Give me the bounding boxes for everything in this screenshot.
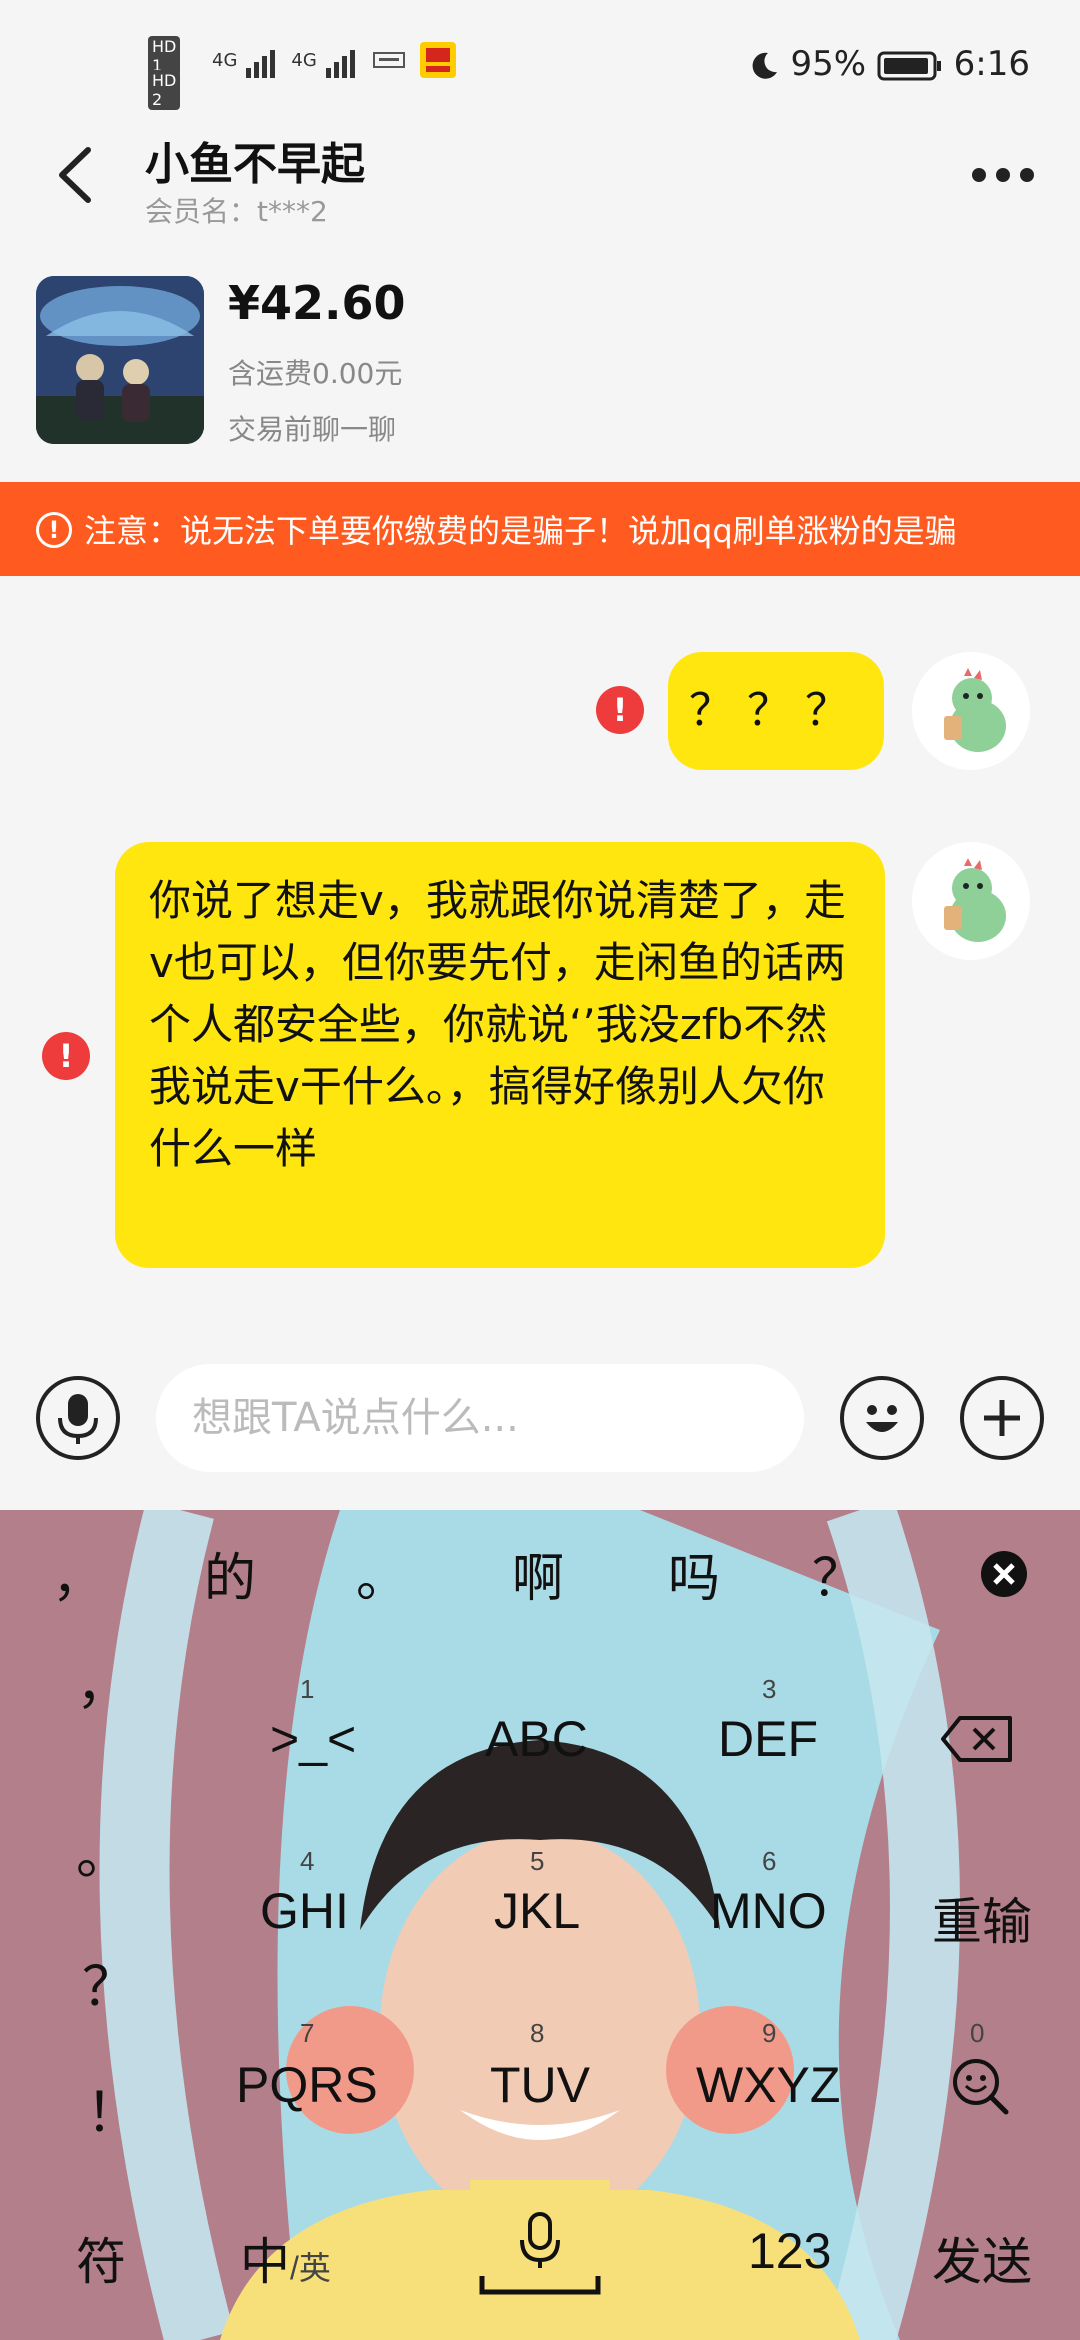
key-number: 6	[762, 1846, 777, 1876]
key-number: 1	[300, 1674, 315, 1704]
chat-hint: 交易前聊一聊	[228, 413, 397, 446]
key-6[interactable]: MNO	[710, 1882, 827, 1940]
more-actions-button[interactable]	[960, 1376, 1044, 1460]
candidate-word[interactable]: ？	[812, 1536, 864, 1611]
battery-percent: 95%	[790, 44, 867, 84]
status-right: 95% 6:16	[748, 44, 1030, 84]
smile-icon	[866, 1405, 898, 1432]
message-bubble[interactable]: 你说了想走v，我就跟你说清楚了，走v也可以，但你要先付，走闲鱼的话两个人都安全些…	[115, 842, 885, 1268]
language-switch-key[interactable]: 中/英	[240, 2222, 331, 2294]
key-number: 0	[970, 2018, 985, 2048]
key-number: 9	[762, 2018, 777, 2048]
emoji-button[interactable]	[840, 1376, 924, 1460]
key-2[interactable]: ABC	[485, 1710, 588, 1768]
punct-key[interactable]: ，	[76, 1640, 130, 1719]
signal-icon	[325, 50, 355, 78]
scam-warning-banner: ! 注意：说无法下单要你缴费的是骗子！说加qq刷单涨粉的是骗	[0, 482, 1080, 576]
emoji-search-icon[interactable]	[950, 2056, 1010, 2116]
send-failed-icon[interactable]: !	[42, 1032, 90, 1080]
dinosaur-avatar-icon	[912, 842, 1030, 960]
dinosaur-avatar-icon	[912, 652, 1030, 770]
key-number: 3	[762, 1674, 777, 1704]
plus-icon	[984, 1400, 1020, 1436]
alert-icon: !	[36, 512, 72, 548]
number-mode-key[interactable]: 123	[748, 2222, 831, 2280]
symbol-key[interactable]: 符	[76, 2222, 126, 2294]
send-key[interactable]: 发送	[932, 2222, 1032, 2294]
reenter-key[interactable]: 重输	[932, 1882, 1032, 1954]
product-image	[36, 276, 204, 444]
lang-main-label: 中	[240, 2234, 290, 2290]
keyboard-status-icon	[372, 52, 405, 68]
message-bubble[interactable]: ？？？	[668, 652, 884, 770]
candidate-word[interactable]: 吗	[668, 1536, 720, 1611]
voice-input-button[interactable]	[36, 1376, 120, 1460]
candidate-word[interactable]: 的	[204, 1536, 256, 1611]
candidate-word[interactable]: 。	[356, 1536, 408, 1611]
avatar[interactable]	[912, 652, 1030, 770]
punct-key[interactable]: ？	[82, 1942, 136, 2021]
microphone-icon	[58, 1394, 98, 1444]
moon-icon	[752, 52, 777, 79]
back-arrow-icon[interactable]	[52, 140, 102, 210]
lang-alt-label: /英	[290, 2250, 331, 2286]
punct-key[interactable]: ！	[86, 2068, 140, 2147]
shipping-fee: 含运费0.00元	[228, 357, 403, 390]
key-number: 8	[530, 2018, 545, 2048]
avatar[interactable]	[912, 842, 1030, 960]
status-bar: HD 1 HD 2 4G 4G 95% 6:16	[0, 0, 1080, 120]
key-4[interactable]: GHI	[260, 1882, 349, 1940]
sim2-badge: HD 2	[148, 70, 181, 110]
candidate-word[interactable]: ，	[52, 1536, 104, 1611]
punct-key[interactable]: 。	[76, 1810, 130, 1889]
network1-label: 4G	[212, 50, 238, 71]
candidate-word[interactable]: 啊	[512, 1536, 564, 1611]
key-5[interactable]: JKL	[494, 1882, 580, 1940]
backspace-icon[interactable]	[940, 1714, 1014, 1764]
product-price: ¥42.60	[228, 276, 406, 330]
member-name: 会员名：t***2	[145, 195, 328, 228]
more-options-icon[interactable]	[968, 160, 1038, 190]
clock: 6:16	[953, 44, 1030, 84]
product-thumbnail[interactable]	[36, 276, 204, 444]
message-input[interactable]: 想跟TA说点什么...	[156, 1364, 804, 1472]
key-3[interactable]: DEF	[718, 1710, 818, 1768]
space-voice-key[interactable]	[478, 2210, 602, 2300]
network2-label: 4G	[291, 50, 317, 71]
key-number: 7	[300, 2018, 315, 2048]
app-notification-icon	[419, 42, 456, 78]
chat-title: 小鱼不早起	[145, 139, 365, 190]
key-9[interactable]: WXYZ	[696, 2056, 840, 2114]
send-failed-icon[interactable]: !	[596, 686, 644, 734]
key-number: 4	[300, 1846, 315, 1876]
key-8[interactable]: TUV	[490, 2056, 590, 2114]
key-number: 5	[530, 1846, 545, 1876]
key-1[interactable]: >_<	[270, 1710, 356, 1768]
close-candidates-icon[interactable]	[980, 1550, 1028, 1598]
signal-icon	[246, 50, 276, 78]
battery-icon	[877, 51, 941, 80]
keyboard: ， 的 。 啊 吗 ？ ， 。 ？ ！ 1 >_< ABC 3 DEF 4 GH…	[0, 1510, 1080, 2340]
key-7[interactable]: PQRS	[236, 2056, 378, 2114]
warning-text: 注意：说无法下单要你缴费的是骗子！说加qq刷单涨粉的是骗	[84, 512, 957, 550]
